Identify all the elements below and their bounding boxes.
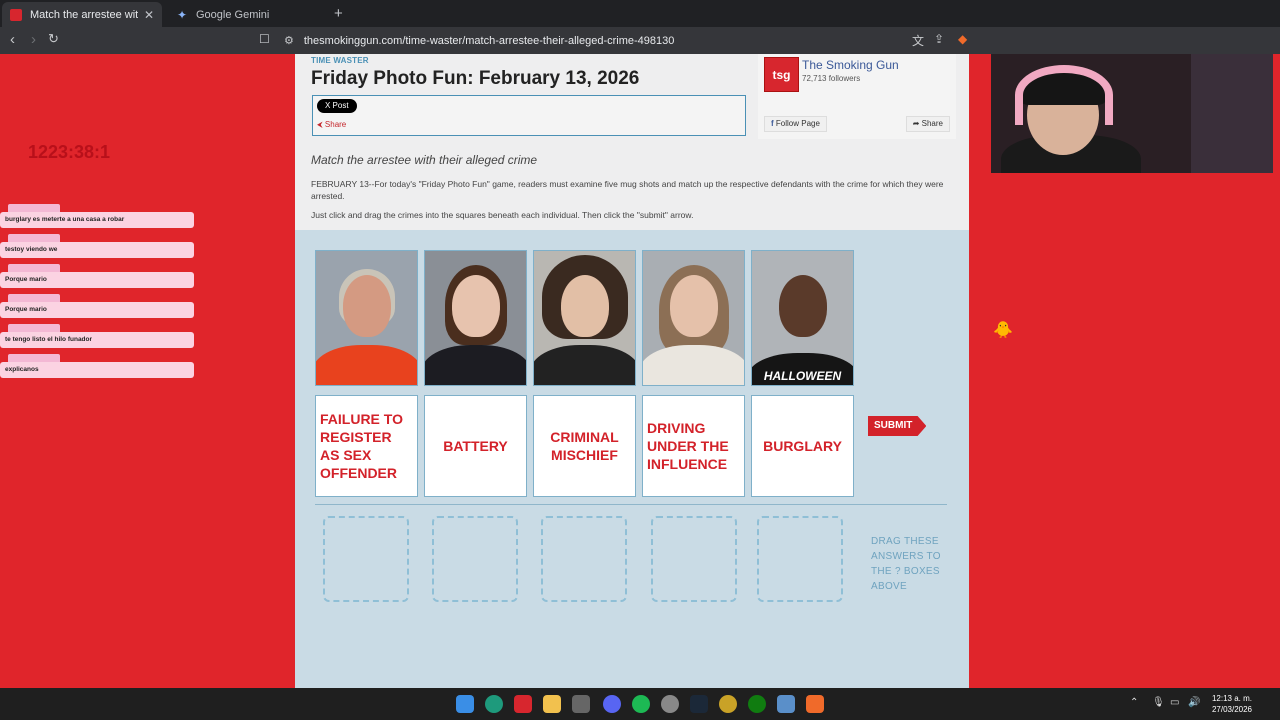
article-subtitle: Match the arrestee with their alleged cr… [311,153,538,167]
page: 1223:38:1 burglary es meterte a una casa… [0,54,1280,688]
facebook-share-label: Share [921,119,943,128]
new-tab-button[interactable]: + [334,5,343,22]
browser-toolbar: ‹ › ↻ ☐ ⚙ thesmokinggun.com/time-waster/… [0,27,1280,54]
site-info-icon[interactable]: ⚙ [284,34,294,47]
tab-gemini[interactable]: ✦ Google Gemini [168,2,328,27]
crime-card[interactable]: BATTERY [424,395,527,497]
app-icon[interactable] [572,695,590,713]
url-text: thesmokinggun.com/time-waster/match-arre… [303,34,675,47]
discord-icon[interactable] [603,695,621,713]
clock-time: 12:13 a. m. [1211,694,1252,703]
x-post-button[interactable]: X Post [317,99,357,113]
crime-label: FAILURE TO REGISTER AS SEX OFFENDER [320,411,403,481]
brave-shield-icon[interactable]: ◆ [958,32,967,46]
section-label[interactable]: TIME WASTER [311,56,369,65]
app-icon[interactable] [719,695,737,713]
drag-hint: DRAG THESE ANSWERS TO THE ? BOXES ABOVE [871,536,941,592]
network-icon[interactable]: ▭ [1170,697,1179,708]
facebook-widget: tsg The Smoking Gun 72,713 followers f F… [758,54,956,139]
follow-page-button[interactable]: f Follow Page [764,116,827,132]
crime-label: DRIVING UNDER THE INFLUENCE [647,420,729,472]
crime-card[interactable]: DRIVING UNDER THE INFLUENCE [642,395,745,497]
webcam-overlay [991,54,1273,173]
drop-zone[interactable] [541,516,627,602]
bookmark-icon[interactable]: ☐ [259,32,270,46]
share-icon[interactable]: ⇪ [934,32,944,46]
facebook-followers: 72,713 followers [802,74,861,83]
tsg-logo[interactable]: tsg [764,57,799,92]
crime-card[interactable]: CRIMINAL MISCHIEF [533,395,636,497]
chat-message: testoy viendo we [0,242,194,258]
share-label: Share [324,120,347,129]
volume-icon[interactable]: 🔊 [1188,697,1200,708]
spotify-icon[interactable] [632,695,650,713]
article-content: TIME WASTER Friday Photo Fun: February 1… [295,54,969,688]
gemini-icon: ✦ [176,7,188,22]
crime-label: BURGLARY [763,438,842,454]
article-instructions: Just click and drag the crimes into the … [311,210,694,220]
crime-card[interactable]: BURGLARY [751,395,854,497]
chick-icon: 🐥 [993,322,1013,339]
tsg-favicon-icon [10,8,22,21]
drop-zone[interactable] [651,516,737,602]
mugshot-2 [424,250,527,386]
mugshot-1 [315,250,418,386]
stream-timer: 1223:38:1 [28,142,111,162]
mugshot-4 [642,250,745,386]
steam-icon[interactable] [690,695,708,713]
social-share-box: X Post ⮜ Share [312,95,746,136]
chat-message: burglary es meterte a una casa a robar [0,212,194,228]
drop-zone[interactable] [323,516,409,602]
chat-message: Porque mario [0,302,194,318]
reload-icon[interactable]: ↻ [48,31,59,47]
address-bar[interactable]: ⚙ thesmokinggun.com/time-waster/match-ar… [278,30,978,51]
forward-icon[interactable]: › [31,31,36,48]
tab-title: Google Gemini [196,8,270,21]
file-explorer-icon[interactable] [543,695,561,713]
shelf [1191,54,1273,173]
tab-title: Match the arrestee with their alleged cr… [30,8,138,21]
share-arrow-icon: ➦ [912,119,922,128]
system-clock[interactable]: 12:13 a. m. 27/03/2026 [1212,693,1252,715]
mugshot-5: HALLOWEEN [751,250,854,386]
edge-icon[interactable] [485,695,503,713]
tab-tsg[interactable]: Match the arrestee with their alleged cr… [2,2,162,27]
back-icon[interactable]: ‹ [10,31,15,48]
follow-page-label: Follow Page [775,119,820,128]
crime-card[interactable]: FAILURE TO REGISTER AS SEX OFFENDER [315,395,418,497]
article-intro: FEBRUARY 13--For today's "Friday Photo F… [311,179,944,201]
chat-message: Porque mario [0,272,194,288]
translate-icon[interactable]: 文 [912,32,924,49]
divider [315,504,947,505]
facebook-page-name[interactable]: The Smoking Gun [802,58,899,72]
close-tab-icon[interactable]: ✕ [144,8,154,22]
chevron-up-icon[interactable]: ⌃ [1130,697,1138,708]
drop-zone[interactable] [432,516,518,602]
crime-label: BATTERY [443,438,508,454]
matching-game: HALLOWEEN FAILURE TO REGISTER AS SEX OFF… [295,230,969,688]
shirt-text: HALLOWEEN [763,369,842,383]
share-icon: ⮜ [317,120,325,129]
facebook-share-button[interactable]: ➦ Share [905,116,950,132]
xbox-icon[interactable] [748,695,766,713]
windows-start-icon[interactable] [456,695,474,713]
obs-icon[interactable] [661,695,679,713]
page-title: Friday Photo Fun: February 13, 2026 [311,68,640,89]
drop-zone[interactable] [757,516,843,602]
submit-button[interactable]: SUBMIT [868,416,927,436]
clock-date: 27/03/2026 [1211,705,1252,714]
taskbar: ⌃ 🎙 ▭ 🔊 12:13 a. m. 27/03/2026 [0,688,1280,720]
crime-label: CRIMINAL MISCHIEF [550,429,619,463]
app-icon[interactable] [514,695,532,713]
brave-icon[interactable] [806,695,824,713]
app-icon[interactable] [777,695,795,713]
tab-bar: Match the arrestee with their alleged cr… [0,0,1280,27]
headset [1015,65,1113,125]
share-link[interactable]: ⮜ Share [317,120,346,130]
microphone-icon[interactable]: 🎙 [1152,697,1165,708]
mugshot-3 [533,250,636,386]
chat-message: te tengo listo el hilo funador [0,332,194,348]
chat-message: explicanos [0,362,194,378]
